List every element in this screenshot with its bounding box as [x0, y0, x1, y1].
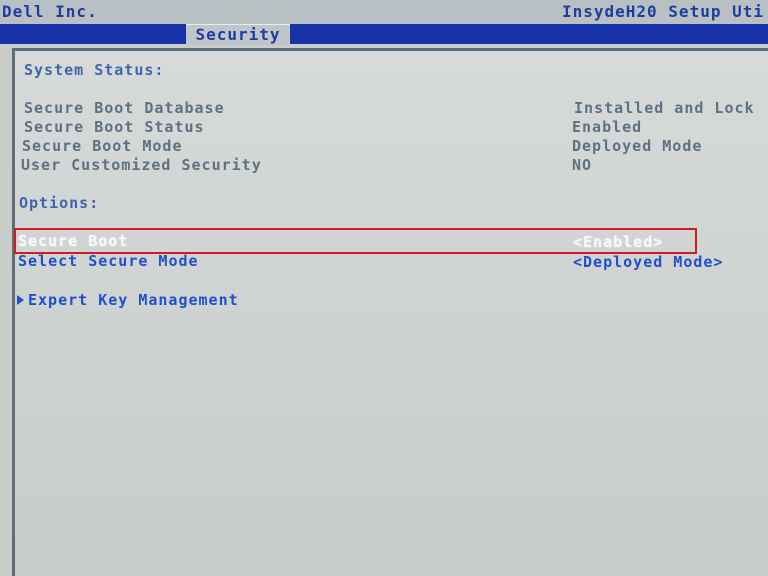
secure-boot-database-value: Installed and Lock [574, 99, 755, 117]
user-customized-security-label: User Customized Security [21, 156, 262, 174]
secure-boot-value[interactable]: <Enabled> [573, 233, 663, 251]
secure-boot-status-label: Secure Boot Status [24, 118, 205, 136]
vendor-label: Dell Inc. [2, 2, 98, 21]
select-secure-mode-option[interactable]: Select Secure Mode [18, 252, 199, 270]
app-title: InsydeH20 Setup Uti [561, 2, 764, 21]
chevron-right-icon [17, 294, 24, 305]
tab-security[interactable]: Security [186, 24, 290, 45]
expert-key-management-label: Expert Key Management [28, 291, 239, 309]
title-bar: Dell Inc. InsydeH20 Setup Uti [0, 0, 768, 24]
expert-key-management-option[interactable]: Expert Key Management [17, 291, 239, 309]
options-heading: Options: [19, 194, 100, 212]
bios-screen: Dell Inc. InsydeH20 Setup Uti Security S… [0, 0, 768, 576]
secure-boot-option[interactable]: Secure Boot [18, 232, 128, 250]
secure-boot-status-value: Enabled [572, 118, 643, 136]
system-status-heading: System Status: [24, 61, 165, 79]
secure-boot-mode-value: Deployed Mode [572, 137, 703, 155]
user-customized-security-value: NO [572, 156, 593, 174]
select-secure-mode-value[interactable]: <Deployed Mode> [573, 253, 723, 271]
secure-boot-mode-label: Secure Boot Mode [22, 137, 183, 155]
secure-boot-database-label: Secure Boot Database [24, 99, 225, 117]
tab-bar: Security [0, 24, 768, 45]
